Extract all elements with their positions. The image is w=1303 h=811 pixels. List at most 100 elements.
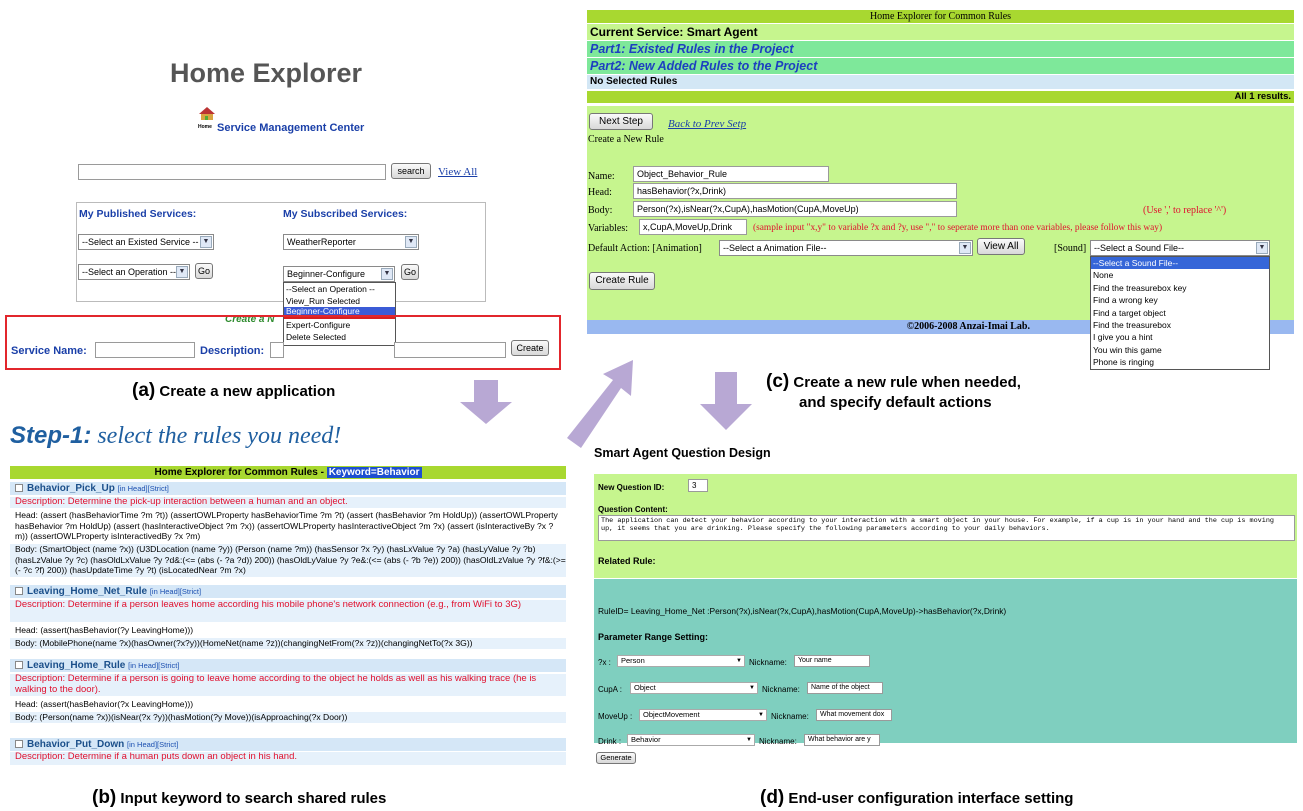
panel-c-footer: ©2006-2008 Anzai-Imai Lab. <box>587 320 1090 334</box>
search-input[interactable] <box>78 164 386 180</box>
caret-down-icon: ▼ <box>758 712 764 718</box>
sound-option[interactable]: You win this game <box>1091 344 1269 356</box>
panel-b-header: Home Explorer for Common Rules - Keyword… <box>10 466 566 479</box>
rule-checkbox[interactable] <box>15 740 23 748</box>
dropdown-option[interactable]: --Select an Operation -- <box>284 283 395 295</box>
rule-description: Description: Determine the pick-up inter… <box>10 497 566 508</box>
operation-select-right[interactable]: Beginner-Configure ▼ <box>283 266 395 282</box>
service-name-label: Service Name: <box>11 345 87 357</box>
new-question-label: New Question ID: <box>598 483 665 492</box>
beginner-value: Beginner-Configure <box>287 269 366 279</box>
sound-option[interactable]: Find the treasurebox <box>1091 319 1269 331</box>
panel-a: Home Explorer Home Service Management Ce… <box>0 0 580 410</box>
chevron-down-icon: ▼ <box>200 236 212 248</box>
caption-c-text1: Create a new rule when needed, <box>789 374 1021 391</box>
caption-c-text2: and specify default actions <box>799 394 992 411</box>
sound-dropdown[interactable]: --Select a Sound File-- None Find the tr… <box>1090 256 1270 370</box>
current-service: Current Service: Smart Agent <box>587 24 1294 40</box>
caption-a-letter: (a) <box>132 380 156 401</box>
next-step-button[interactable]: Next Step <box>589 113 653 130</box>
sound-option[interactable]: Phone is ringing <box>1091 356 1269 368</box>
house-logo-icon: Home <box>198 106 216 130</box>
new-question-input[interactable]: 3 <box>688 479 708 492</box>
animation-value: --Select a Animation File-- <box>723 243 827 253</box>
question-content-label: Question Content: <box>598 505 668 514</box>
rule-checkbox[interactable] <box>15 484 23 492</box>
sound-option[interactable]: Find a target object <box>1091 307 1269 319</box>
create-button[interactable]: Create <box>511 340 549 356</box>
description-input[interactable] <box>394 342 506 358</box>
create-rule-button[interactable]: Create Rule <box>589 272 655 290</box>
rule-title-row[interactable]: Leaving_Home_Rule [in Head][Strict] <box>10 659 566 672</box>
go-button-left[interactable]: Go <box>195 263 213 279</box>
caption-d: (d) End-user configuration interface set… <box>760 787 1073 809</box>
part1-link[interactable]: Part1: Existed Rules in the Project <box>587 41 1294 57</box>
animation-select[interactable]: --Select a Animation File-- ▼ <box>719 240 973 256</box>
panel-c-footer-right <box>1270 320 1294 334</box>
arrow-down-a <box>460 380 512 424</box>
weather-value: WeatherReporter <box>287 237 356 247</box>
related-rule-label: Related Rule: <box>598 556 656 566</box>
view-all-button[interactable]: View All <box>977 238 1025 255</box>
rule-title-row[interactable]: Behavior_Pick_Up [in Head][Strict] <box>10 482 566 495</box>
description-input-left[interactable] <box>270 342 284 358</box>
existed-service-select[interactable]: --Select an Existed Service -- ▼ <box>78 234 214 250</box>
sound-option-selected[interactable]: --Select a Sound File-- <box>1091 257 1269 270</box>
sound-option[interactable]: I give you a hint <box>1091 331 1269 343</box>
body-input[interactable]: Person(?x),isNear(?x,CupA),hasMotion(Cup… <box>633 201 957 217</box>
rule-head: Head: (assert(hasBehavior(?x LeavingHome… <box>10 699 566 710</box>
param-nick-input[interactable]: What behavior are y <box>804 734 880 746</box>
weather-select[interactable]: WeatherReporter ▼ <box>283 234 419 250</box>
caption-a: (a) Create a new application <box>132 380 335 402</box>
go-button-right[interactable]: Go <box>401 264 419 280</box>
rule-title-row[interactable]: Behavior_Put_Down [in Head][Strict] <box>10 738 566 751</box>
param-select[interactable]: ObjectMovement ▼ <box>639 709 767 721</box>
param-select[interactable]: Person ▼ <box>617 655 745 667</box>
published-label: My Published Services: <box>79 208 197 220</box>
param-nick-input[interactable]: What movement dox <box>816 709 892 721</box>
operation-value: --Select an Operation -- <box>82 267 177 277</box>
sound-option[interactable]: None <box>1091 269 1269 281</box>
caption-b-letter: (b) <box>92 787 117 808</box>
param-select[interactable]: Object ▼ <box>630 682 758 694</box>
param-select-value: ObjectMovement <box>643 710 700 719</box>
rule-checkbox[interactable] <box>15 661 23 669</box>
caret-down-icon: ▼ <box>736 658 742 664</box>
sound-option[interactable]: Find a wrong key <box>1091 294 1269 306</box>
operation-select-left[interactable]: --Select an Operation -- ▼ <box>78 264 190 280</box>
param-var: ?x : <box>598 658 611 667</box>
panel-b-title: Home Explorer for Common Rules - <box>154 467 327 478</box>
chevron-down-icon: ▼ <box>959 242 971 254</box>
sound-option[interactable]: Find the treasurebox key <box>1091 282 1269 294</box>
search-button[interactable]: search <box>391 163 431 179</box>
head-input[interactable]: hasBehavior(?x,Drink) <box>633 183 957 199</box>
rule-checkbox[interactable] <box>15 587 23 595</box>
param-select-value: Person <box>621 656 645 665</box>
service-name-input[interactable] <box>95 342 195 358</box>
param-nick-input[interactable]: Name of the object <box>807 682 883 694</box>
variables-input[interactable]: x,CupA,MoveUp,Drink <box>639 219 747 235</box>
param-var: MoveUp : <box>598 712 633 721</box>
results-count: All 1 results. <box>587 91 1294 103</box>
caption-a-text: Create a new application <box>155 383 336 400</box>
name-input[interactable]: Object_Behavior_Rule <box>633 166 829 182</box>
sound-select[interactable]: --Select a Sound File-- ▼ <box>1090 240 1270 256</box>
part2-link[interactable]: Part2: New Added Rules to the Project <box>587 58 1294 74</box>
caret-down-icon: ▼ <box>746 737 752 743</box>
chevron-down-icon: ▼ <box>405 236 417 248</box>
rule-head: Head: (assert(hasBehavior(?y LeavingHome… <box>10 625 566 636</box>
rule-title-row[interactable]: Leaving_Home_Net_Rule [in Head][Strict] <box>10 585 566 598</box>
rule-name: Leaving_Home_Rule <box>27 660 126 671</box>
question-content-textarea[interactable]: The application can detect your behavior… <box>598 515 1295 541</box>
rule-name: Behavior_Pick_Up <box>27 483 115 494</box>
caption-b: (b) Input keyword to search shared rules <box>92 787 386 809</box>
sound-value: --Select a Sound File-- <box>1094 243 1185 253</box>
generate-button[interactable]: Generate <box>596 752 636 764</box>
arrow-up-right <box>567 360 633 448</box>
back-link[interactable]: Back to Prev Setp <box>668 118 746 130</box>
param-select[interactable]: Behavior ▼ <box>627 734 755 746</box>
param-var: Drink : <box>598 737 622 746</box>
param-range-label: Parameter Range Setting: <box>598 632 709 642</box>
view-all-link[interactable]: View All <box>438 166 477 178</box>
param-nick-input[interactable]: Your name <box>794 655 870 667</box>
